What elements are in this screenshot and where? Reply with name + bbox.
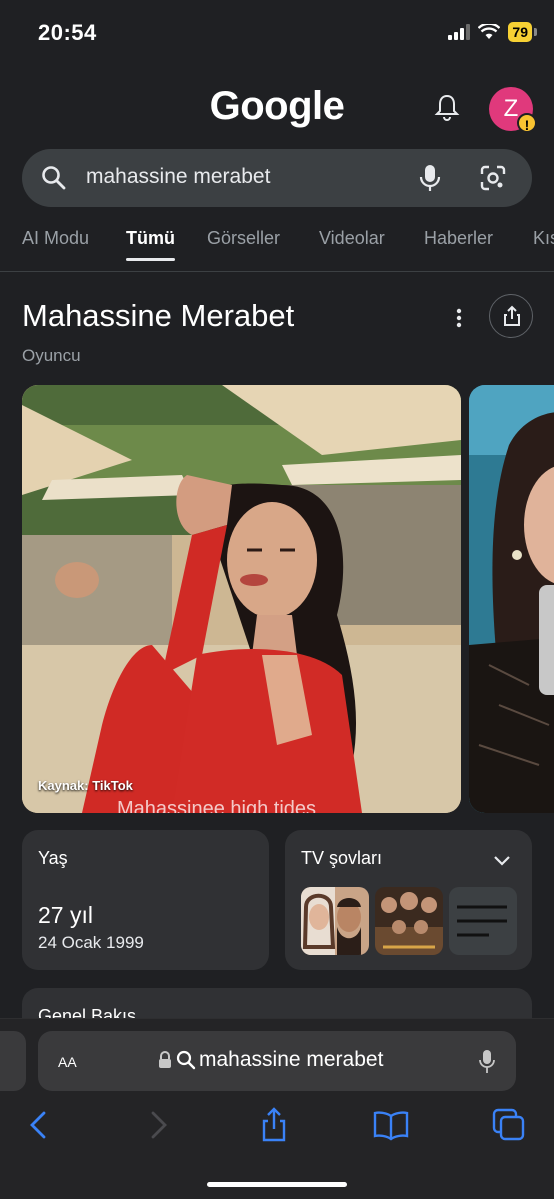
tv-show-thumbnail[interactable] (375, 887, 443, 955)
tabs-icon[interactable] (491, 1107, 527, 1143)
entity-photo-second[interactable] (469, 385, 554, 813)
photo-beach-woman (22, 385, 461, 813)
account-avatar[interactable]: Z ! (489, 87, 537, 133)
age-label: Yaş (38, 848, 68, 868)
search-icon (42, 166, 66, 190)
microphone-icon[interactable] (416, 163, 444, 193)
tab-images[interactable]: Görseller (207, 228, 280, 249)
share-button[interactable] (489, 294, 533, 338)
tab-news[interactable]: Haberler (424, 228, 493, 249)
warning-badge-icon: ! (517, 113, 537, 133)
search-icon (176, 1050, 196, 1070)
tab-more[interactable]: Kıs (533, 228, 554, 249)
battery-indicator: 79 (508, 22, 537, 42)
tv-shows-card[interactable]: TV şovları (285, 830, 532, 970)
bookmarks-icon[interactable] (373, 1107, 409, 1143)
age-value: 27 yıl (38, 902, 93, 928)
age-card[interactable]: Yaş 27 yıl 24 Ocak 1999 (22, 830, 269, 970)
back-icon[interactable] (21, 1107, 57, 1143)
search-tabs: AI Modu Tümü Görseller Videolar Haberler… (0, 222, 554, 272)
tab-all[interactable]: Tümü (126, 228, 175, 261)
lock-icon (159, 1051, 171, 1068)
bell-icon[interactable] (432, 92, 462, 122)
photo-source-caption: Kaynak: TikTok (38, 778, 133, 793)
tab-ai-mode[interactable]: AI Modu (22, 228, 89, 249)
tv-show-poster-2 (375, 887, 443, 955)
avatar-letter: Z (503, 95, 519, 122)
wifi-icon (478, 24, 501, 39)
aa-label: AA (58, 1054, 77, 1070)
more-vert-icon[interactable] (447, 306, 471, 330)
reader-aa-button[interactable]: AA (58, 1050, 77, 1073)
address-text: mahassine merabet (199, 1048, 384, 1071)
chevron-down-icon[interactable] (492, 850, 512, 870)
search-input[interactable]: mahassine merabet (86, 165, 270, 189)
list-lines-icon (457, 905, 507, 937)
photo-stage-woman (469, 385, 554, 813)
tab-videos[interactable]: Videolar (319, 228, 385, 249)
google-lens-icon[interactable] (478, 163, 508, 193)
search-box[interactable]: mahassine merabet (22, 149, 532, 207)
entity-subtitle: Oyuncu (22, 346, 81, 365)
tv-show-more-thumbnail[interactable] (449, 887, 517, 955)
status-bar: 20:54 79 (0, 0, 554, 66)
tv-shows-label: TV şovları (301, 848, 383, 868)
browser-bottom-bar: AA mahassine merabet (0, 1018, 554, 1199)
share-icon (504, 305, 520, 326)
entity-title: Mahassine Merabet (22, 298, 295, 333)
microphone-icon[interactable] (478, 1049, 496, 1075)
share-icon[interactable] (256, 1107, 292, 1143)
signal-icon (448, 24, 471, 40)
google-header: Google Z ! (0, 82, 554, 138)
google-logo[interactable]: Google (0, 84, 554, 129)
tv-show-thumbnail[interactable] (301, 887, 369, 955)
status-icons: 79 (448, 22, 537, 42)
address-bar[interactable]: AA mahassine merabet (38, 1031, 516, 1091)
photo-overlay-text: Mahassinee high tides (117, 798, 317, 813)
previous-tab-preview[interactable] (0, 1031, 26, 1091)
home-indicator[interactable] (207, 1182, 347, 1187)
image-carousel[interactable]: Kaynak: TikTok Mahassinee high tides (22, 385, 554, 813)
entity-photo-main[interactable]: Kaynak: TikTok Mahassinee high tides (22, 385, 461, 813)
forward-icon[interactable] (140, 1107, 176, 1143)
tv-show-poster-1 (301, 887, 369, 955)
status-time: 20:54 (38, 20, 97, 45)
birth-date: 24 Ocak 1999 (38, 933, 144, 952)
